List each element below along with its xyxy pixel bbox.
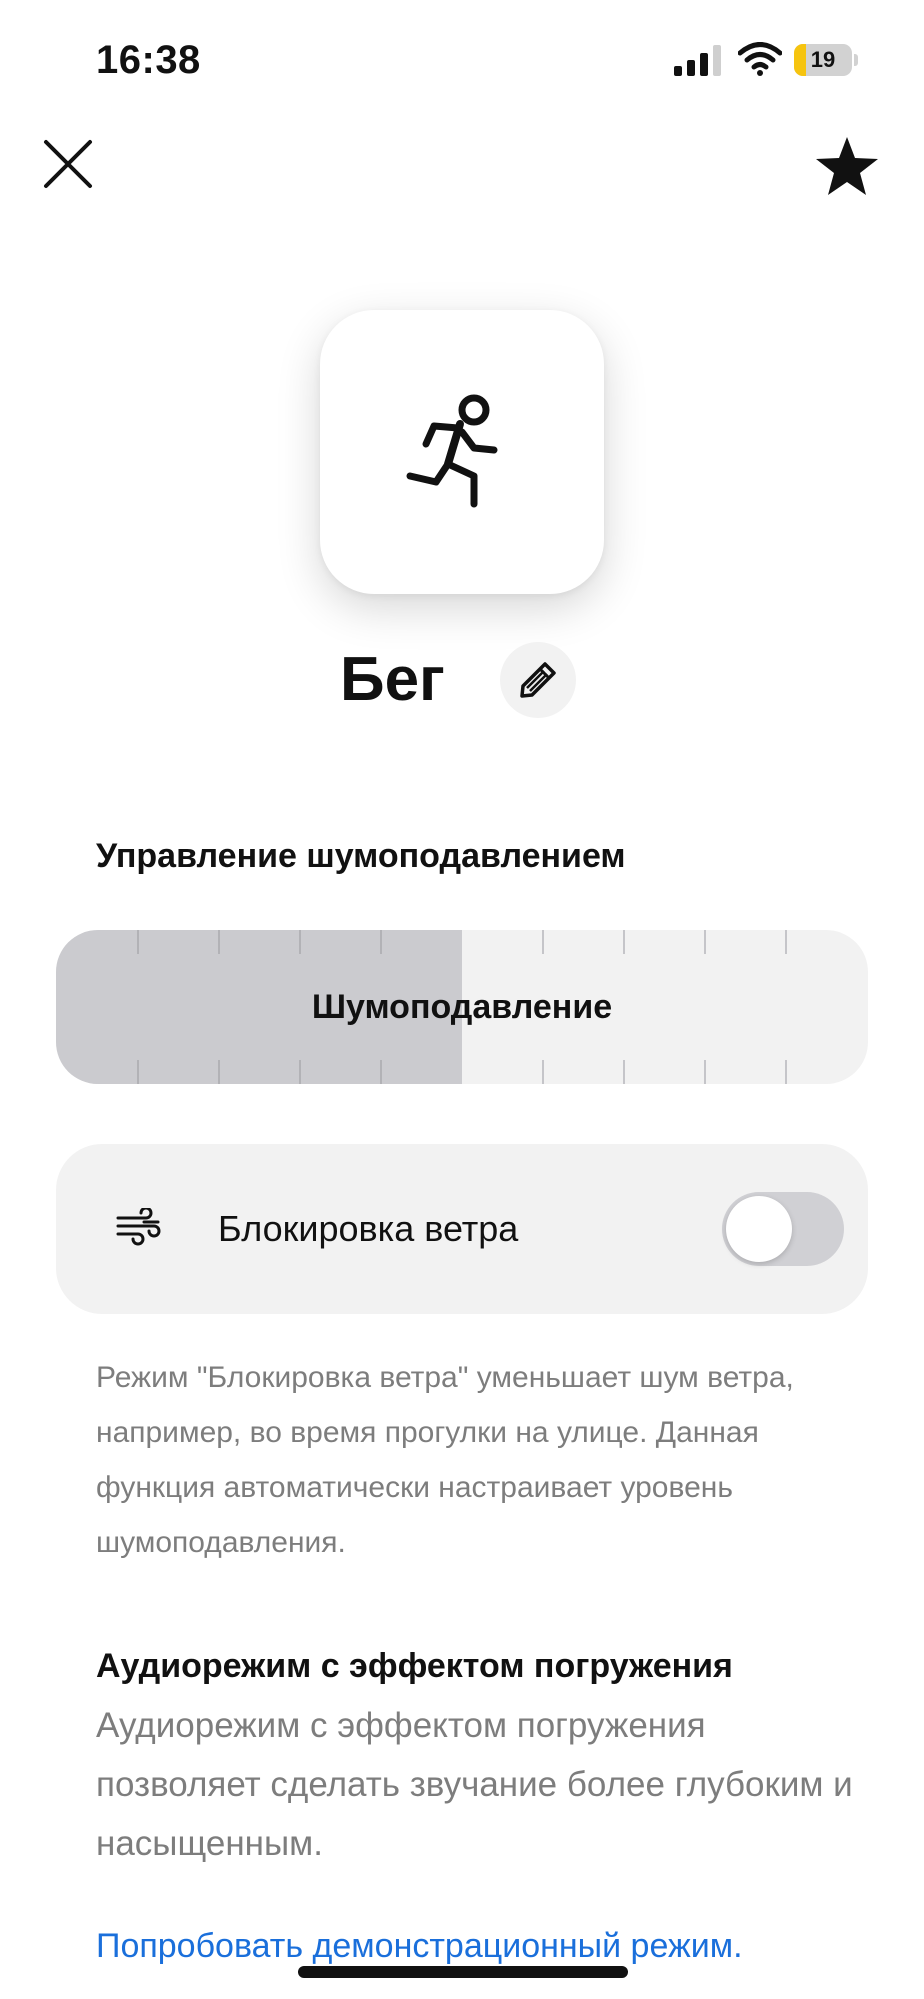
edit-name-button[interactable] (500, 642, 576, 718)
battery-icon: 19 (794, 44, 852, 76)
wind-block-label: Блокировка ветра (218, 1208, 519, 1249)
screen: 16:38 19 Бег Управление шумоподавлением … (0, 0, 924, 1999)
wifi-icon (738, 42, 782, 76)
noise-control-slider[interactable]: Шумоподавление (56, 930, 868, 1084)
wind-block-description: Режим "Блокировка ветра" уменьшает шум в… (96, 1361, 794, 1559)
status-time: 16:38 (96, 38, 201, 82)
noise-control-heading: Управление шумоподавлением (96, 837, 626, 875)
running-person-icon (406, 394, 498, 508)
demo-mode-link[interactable]: Попробовать демонстрационный режим. (96, 1924, 743, 1968)
close-icon[interactable] (38, 134, 98, 194)
toggle-knob (726, 1196, 792, 1262)
wind-block-row[interactable]: Блокировка ветра (56, 1144, 868, 1314)
signal-icon (674, 45, 721, 76)
battery-level: 19 (810, 47, 836, 72)
mode-title: Бег (340, 645, 445, 714)
battery-tip (854, 54, 858, 66)
mode-icon-tile (320, 310, 604, 594)
noise-control-slider-label: Шумоподавление (311, 988, 613, 1026)
home-indicator[interactable] (298, 1966, 628, 1978)
wind-block-toggle[interactable] (722, 1192, 844, 1266)
pencil-icon (520, 662, 556, 698)
immersive-audio-heading: Аудиорежим с эффектом погружения (96, 1647, 733, 1685)
immersive-audio-description: Аудиорежим с эффектом погружения позволя… (96, 1706, 853, 1863)
star-icon[interactable] (814, 134, 880, 198)
wind-icon (116, 1208, 161, 1246)
